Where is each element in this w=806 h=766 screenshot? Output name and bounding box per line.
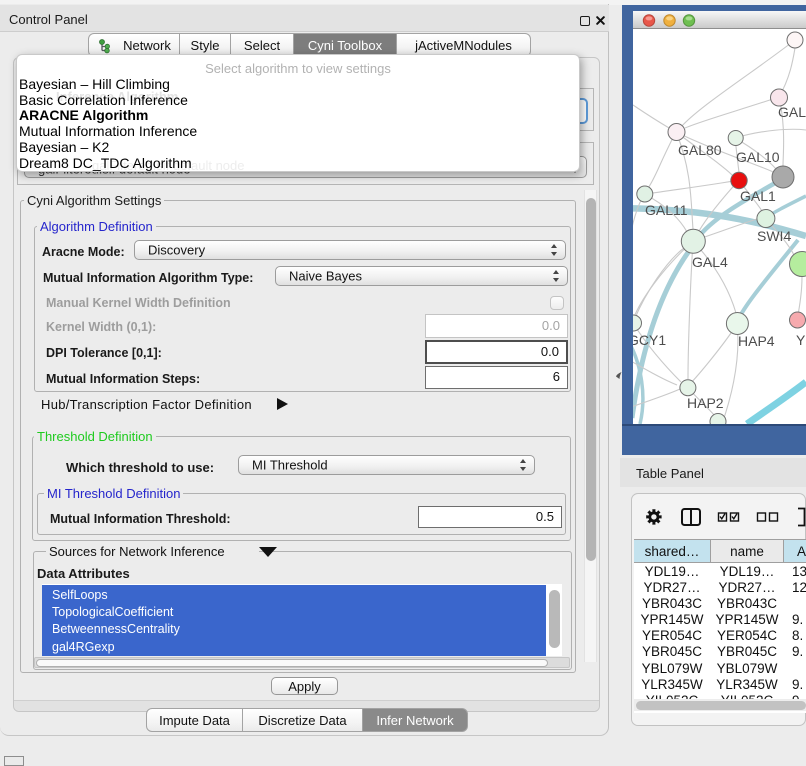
svg-text:GAL11: GAL11 — [645, 202, 688, 218]
svg-text:HAP2: HAP2 — [687, 395, 724, 411]
svg-text:GAL4: GAL4 — [692, 254, 728, 270]
svg-text:GAL10: GAL10 — [736, 149, 780, 165]
svg-text:Y: Y — [796, 332, 806, 348]
svg-text:HAP4: HAP4 — [738, 333, 775, 349]
svg-text:SWI4: SWI4 — [757, 228, 791, 244]
svg-text:GAL2: GAL2 — [778, 104, 806, 120]
svg-text:GAL80: GAL80 — [678, 142, 722, 158]
svg-text:GAL1: GAL1 — [740, 188, 776, 204]
svg-text:GCY1: GCY1 — [633, 332, 666, 348]
